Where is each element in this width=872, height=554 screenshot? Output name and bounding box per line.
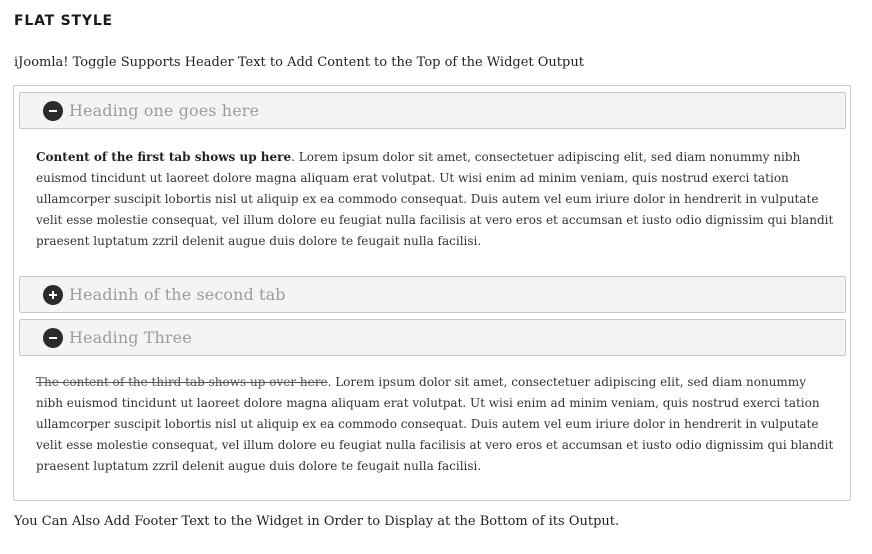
widget-footer-text: You Can Also Add Footer Text to the Widg… [14,514,620,529]
tab-heading-one[interactable]: Heading one goes here [19,92,846,129]
tab-content-three: The content of the third tab shows up ov… [36,372,836,477]
plus-circle-icon [43,284,63,305]
tab-heading-label: Heading Three [69,328,192,347]
toggle-widget: Heading one goes here Content of the fir… [13,85,851,501]
minus-circle-icon [43,100,63,121]
tab-content-one: Content of the first tab shows up here. … [36,147,836,252]
tab-heading-label: Headinh of the second tab [69,285,286,304]
tab-heading-label: Heading one goes here [69,101,260,120]
tab-content-lead: The content of the third tab shows up ov… [36,375,328,389]
minus-circle-icon [43,327,63,348]
tab-content-lead: Content of the first tab shows up here [36,150,292,164]
tab-heading-two[interactable]: Headinh of the second tab [19,276,846,313]
tab-heading-three[interactable]: Heading Three [19,319,846,356]
tab-content-body: . Lorem ipsum dolor sit amet, consectetu… [36,375,834,473]
tab-content-body: . Lorem ipsum dolor sit amet, consectetu… [36,150,834,248]
section-title: FLAT STYLE [14,13,113,29]
widget-header-text: iJoomla! Toggle Supports Header Text to … [14,55,584,70]
